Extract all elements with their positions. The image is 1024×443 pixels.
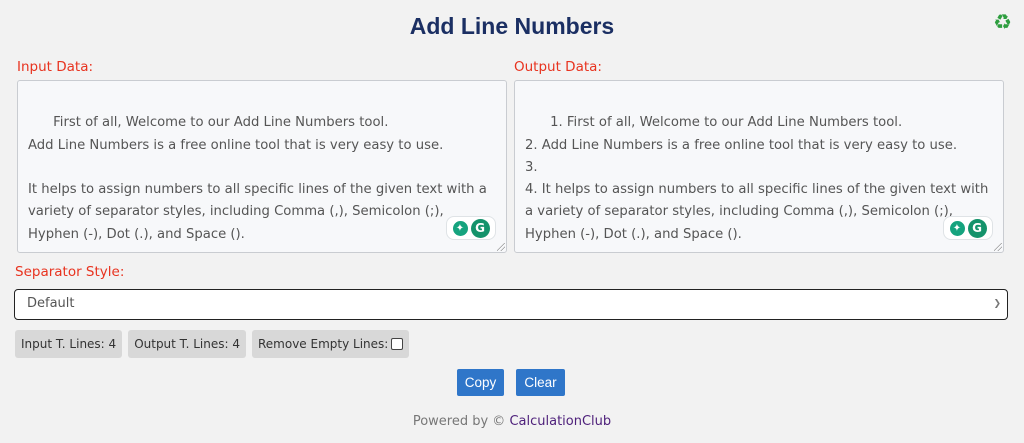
chevron-down-icon: ❯ (993, 299, 1001, 309)
copy-button[interactable]: Copy (457, 369, 504, 396)
output-textarea[interactable]: 1. First of all, Welcome to our Add Line… (514, 80, 1004, 253)
powered-by-text: Powered by © (412, 414, 506, 429)
recycle-icon[interactable]: ♻ (993, 10, 1012, 34)
lightbulb-icon[interactable]: ✦ (452, 220, 468, 236)
remove-empty-lines-label: Remove Empty Lines: (257, 337, 389, 351)
resize-handle[interactable] (994, 243, 1002, 251)
separator-select[interactable]: Default ❯ (14, 289, 1008, 320)
grammar-assistant[interactable]: ✦ G (943, 216, 993, 240)
output-line-count: Output T. Lines: 4 (128, 330, 246, 358)
output-section: Output Data: 1. First of all, Welcome to… (514, 58, 1004, 253)
stats-bar: Input T. Lines: 4 Output T. Lines: 4 Rem… (15, 330, 410, 358)
remove-empty-lines-option[interactable]: Remove Empty Lines: (251, 330, 410, 358)
grammarly-icon[interactable]: G (470, 218, 490, 238)
lightbulb-icon[interactable]: ✦ (949, 220, 965, 236)
output-text: 1. First of all, Welcome to our Add Line… (525, 115, 989, 242)
page-title: Add Line Numbers (409, 13, 615, 39)
grammarly-icon[interactable]: G (967, 218, 987, 238)
separator-selected-value: Default (27, 296, 75, 311)
input-label: Input Data: (17, 59, 94, 75)
clear-button[interactable]: Clear (516, 369, 565, 396)
grammar-assistant[interactable]: ✦ G (446, 216, 496, 240)
resize-handle[interactable] (497, 243, 505, 251)
footer: Powered by © CalculationClub (0, 414, 1024, 429)
input-text: First of all, Welcome to our Add Line Nu… (28, 115, 487, 242)
output-label: Output Data: (514, 59, 602, 75)
input-section: Input Data: First of all, Welcome to our… (17, 58, 507, 253)
input-line-count: Input T. Lines: 4 (15, 330, 123, 358)
separator-label: Separator Style: (15, 264, 125, 280)
remove-empty-lines-checkbox[interactable] (391, 338, 404, 350)
brand-link[interactable]: CalculationClub (509, 414, 611, 429)
input-textarea[interactable]: First of all, Welcome to our Add Line Nu… (17, 80, 507, 253)
page: Add Line Numbers ♻ Input Data: First of … (0, 0, 1024, 443)
